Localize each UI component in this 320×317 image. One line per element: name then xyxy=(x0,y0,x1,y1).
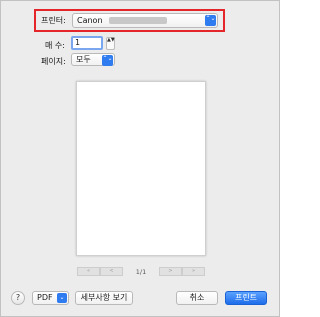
pages-select[interactable]: 모두 ⌃⌄ xyxy=(71,53,115,66)
show-details-button[interactable]: 세부사항 보기 xyxy=(75,291,133,305)
copies-label: 매 수: xyxy=(45,41,65,50)
last-page-button[interactable]: » xyxy=(182,267,205,276)
first-page-button[interactable]: « xyxy=(77,267,100,276)
copies-input[interactable]: 1 xyxy=(71,36,103,50)
page-preview xyxy=(76,81,206,256)
pages-label: 페이지: xyxy=(41,57,66,66)
pages-value: 모두 xyxy=(76,55,91,64)
pdf-menu-button[interactable]: PDF ⌄ xyxy=(32,291,69,305)
help-button[interactable]: ? xyxy=(11,291,25,305)
pdf-chevron-down-icon: ⌄ xyxy=(57,293,67,303)
printer-label: 프린터: xyxy=(41,16,66,25)
printer-model-redacted xyxy=(109,17,168,24)
next-page-button[interactable]: > xyxy=(159,267,182,276)
cancel-button[interactable]: 취소 xyxy=(176,291,218,305)
printer-select[interactable]: Canon ⌃⌄ xyxy=(72,13,218,28)
page-indicator: 1/1 xyxy=(135,268,147,276)
printer-name: Canon xyxy=(77,16,103,25)
print-button[interactable]: 프린트 xyxy=(225,291,267,305)
pdf-label: PDF xyxy=(37,293,53,302)
copies-stepper-icon[interactable]: ▲▼ xyxy=(106,37,115,50)
prev-page-button[interactable]: < xyxy=(100,267,123,276)
printer-popup-arrows-icon: ⌃⌄ xyxy=(205,15,216,26)
pages-popup-arrows-icon: ⌃⌄ xyxy=(102,55,113,66)
print-dialog: 프린터: Canon ⌃⌄ 매 수: 1 ▲▼ 페이지: 모두 ⌃⌄ « < 1… xyxy=(0,0,280,317)
